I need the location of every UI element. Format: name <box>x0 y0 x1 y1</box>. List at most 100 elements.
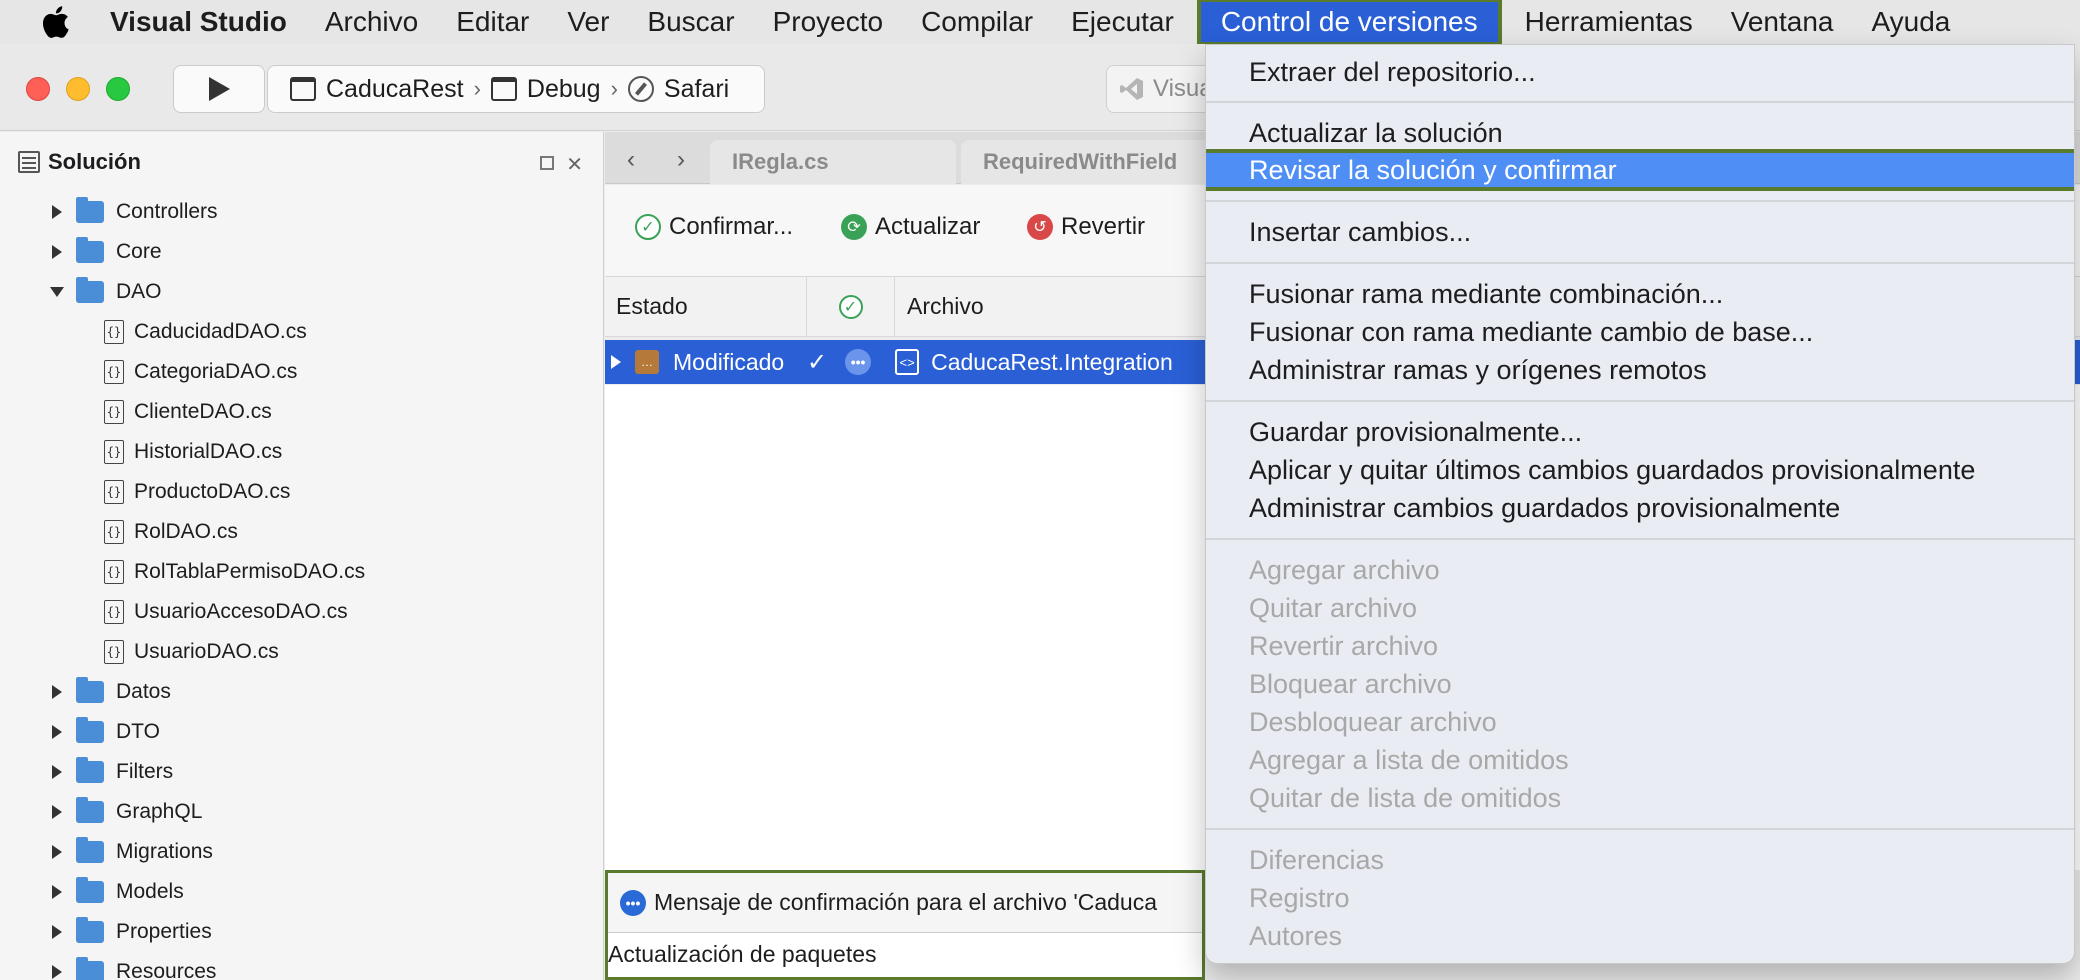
menu-separator <box>1206 828 2074 830</box>
menu-control-de-versiones[interactable]: Control de versiones <box>1196 0 1502 46</box>
chevron-right-icon[interactable] <box>52 205 62 219</box>
refresh-icon: ⟳ <box>841 214 867 240</box>
target-label: Safari <box>663 74 730 103</box>
menu-separator <box>1206 101 2074 103</box>
tree-file-item[interactable]: {} RolTablaPermisoDAO.cs <box>0 552 603 592</box>
commit-button[interactable]: ✓ Confirmar... <box>635 213 793 241</box>
chevron-right-icon[interactable] <box>52 885 62 899</box>
tree-file-item[interactable]: {} UsuarioAccesoDAO.cs <box>0 592 603 632</box>
menu-item-guardar-provisional[interactable]: Guardar provisionalmente... <box>1206 413 2074 451</box>
comment-icon[interactable]: ••• <box>845 349 872 375</box>
tree-file-item[interactable]: {} ClienteDAO.cs <box>0 392 603 432</box>
menu-compilar[interactable]: Compilar <box>902 0 1052 44</box>
tree-folder-item[interactable]: Controllers <box>0 192 603 232</box>
tree-folder-item[interactable]: Resources <box>0 952 603 980</box>
menu-ventana[interactable]: Ventana <box>1712 0 1853 44</box>
menu-item-revisar-confirmar[interactable]: Revisar la solución y confirmar <box>1206 149 2074 191</box>
target-selector[interactable]: Safari <box>627 74 730 104</box>
tree-folder-item[interactable]: DTO <box>0 712 603 752</box>
chevron-right-icon[interactable] <box>52 845 62 859</box>
revert-button-label: Revertir <box>1061 213 1146 240</box>
tree-item-label: HistorialDAO.cs <box>134 440 283 463</box>
back-icon[interactable]: ‹ <box>627 146 635 174</box>
tree-folder-item[interactable]: Migrations <box>0 832 603 872</box>
menu-item-administrar-provisional[interactable]: Administrar cambios guardados provisiona… <box>1206 489 2074 527</box>
tree-item-label: GraphQL <box>116 800 203 823</box>
project-label: CaducaRest <box>326 74 464 103</box>
csharp-file-icon: {} <box>104 520 124 544</box>
folder-icon <box>76 197 104 223</box>
tree-file-item[interactable]: {} UsuarioDAO.cs <box>0 632 603 672</box>
minimize-pad-icon[interactable] <box>540 156 555 170</box>
chevron-down-icon[interactable] <box>50 287 64 297</box>
configuration-label: Debug <box>526 74 601 103</box>
tree-folder-item[interactable]: Datos <box>0 672 603 712</box>
close-pad-icon[interactable]: ✕ <box>566 152 583 177</box>
update-button[interactable]: ⟳ Actualizar <box>841 213 980 241</box>
tab-requiredwithfield[interactable]: RequiredWithField <box>961 140 1221 184</box>
app-name-menu[interactable]: Visual Studio <box>110 6 306 38</box>
tree-folder-item[interactable]: DAO <box>0 272 603 312</box>
tree-file-item[interactable]: {} CategoriaDAO.cs <box>0 352 603 392</box>
row-status: Modificado <box>673 348 785 375</box>
menu-item-actualizar-solucion[interactable]: Actualizar la solución <box>1206 114 2074 152</box>
tree-folder-item[interactable]: Filters <box>0 752 603 792</box>
minimize-window-button[interactable] <box>66 77 90 101</box>
status-column-header[interactable]: Estado <box>605 276 807 337</box>
csharp-file-icon: {} <box>104 480 124 504</box>
tree-folder-item[interactable]: Core <box>0 232 603 272</box>
menu-item-extraer-repositorio[interactable]: Extraer del repositorio... <box>1206 53 2074 91</box>
row-file-name: CaducaRest.Integration <box>931 348 1173 375</box>
scheme-selector[interactable]: CaducaRest › Debug › Safari <box>267 65 765 113</box>
menu-item-fusionar-rebase[interactable]: Fusionar con rama mediante cambio de bas… <box>1206 313 2074 351</box>
tree-file-item[interactable]: {} HistorialDAO.cs <box>0 432 603 472</box>
project-selector[interactable]: CaducaRest <box>290 75 464 104</box>
tree-item-label: Controllers <box>116 200 218 223</box>
revert-button[interactable]: ↺ Revertir <box>1027 213 1145 241</box>
tab-iregla[interactable]: IRegla.cs <box>710 140 956 184</box>
menu-item-fusionar-combinacion[interactable]: Fusionar rama mediante combinación... <box>1206 275 2074 313</box>
chevron-right-icon[interactable] <box>52 965 62 979</box>
commit-message-label: Mensaje de confirmación para el archivo … <box>654 889 1157 915</box>
menu-separator <box>1206 538 2074 540</box>
forward-icon[interactable]: › <box>677 146 685 174</box>
menu-ayuda[interactable]: Ayuda <box>1852 0 1969 44</box>
close-window-button[interactable] <box>26 77 50 101</box>
disclosure-triangle-icon[interactable] <box>611 355 621 369</box>
chevron-right-icon[interactable] <box>52 925 62 939</box>
menu-buscar[interactable]: Buscar <box>628 0 753 44</box>
menu-editar[interactable]: Editar <box>437 0 548 44</box>
comment-icon: ••• <box>620 889 646 916</box>
chevron-right-icon[interactable] <box>52 685 62 699</box>
tree-file-item[interactable]: {} CaducidadDAO.cs <box>0 312 603 352</box>
commit-message-input[interactable]: Actualización de paquetes <box>608 933 1202 968</box>
tree-file-item[interactable]: {} RolDAO.cs <box>0 512 603 552</box>
menu-ejecutar[interactable]: Ejecutar <box>1052 0 1193 44</box>
chevron-right-icon[interactable] <box>52 725 62 739</box>
tree-folder-item[interactable]: Models <box>0 872 603 912</box>
menu-proyecto[interactable]: Proyecto <box>754 0 903 44</box>
menu-bar: Visual Studio Archivo Editar Ver Buscar … <box>0 0 2080 46</box>
menu-item-insertar-cambios[interactable]: Insertar cambios... <box>1206 213 2074 251</box>
chevron-right-icon[interactable] <box>52 805 62 819</box>
menu-item-revertir-archivo: Revertir archivo <box>1249 630 1439 661</box>
window-icon <box>490 77 517 101</box>
menu-item-aplicar-quitar-provisional[interactable]: Aplicar y quitar últimos cambios guardad… <box>1206 451 2074 489</box>
chevron-right-icon[interactable] <box>52 765 62 779</box>
include-checkbox[interactable]: ✓ <box>807 348 827 377</box>
menu-ver[interactable]: Ver <box>548 0 628 44</box>
menu-item-administrar-ramas[interactable]: Administrar ramas y orígenes remotos <box>1206 351 2074 389</box>
configuration-selector[interactable]: Debug <box>490 74 601 104</box>
chevron-right-icon[interactable] <box>52 245 62 259</box>
include-column-header[interactable]: ✓ <box>807 276 895 337</box>
tree-folder-item[interactable]: GraphQL <box>0 792 603 832</box>
menu-herramientas[interactable]: Herramientas <box>1506 0 1712 44</box>
csharp-file-icon: {} <box>104 440 124 464</box>
apple-menu[interactable] <box>0 0 110 44</box>
zoom-window-button[interactable] <box>106 77 130 101</box>
menu-item-agregar-omitidos: Agregar a lista de omitidos <box>1249 744 1569 775</box>
tree-file-item[interactable]: {} ProductoDAO.cs <box>0 472 603 512</box>
tree-folder-item[interactable]: Properties <box>0 912 603 952</box>
run-button[interactable] <box>173 65 265 113</box>
menu-archivo[interactable]: Archivo <box>306 0 437 44</box>
